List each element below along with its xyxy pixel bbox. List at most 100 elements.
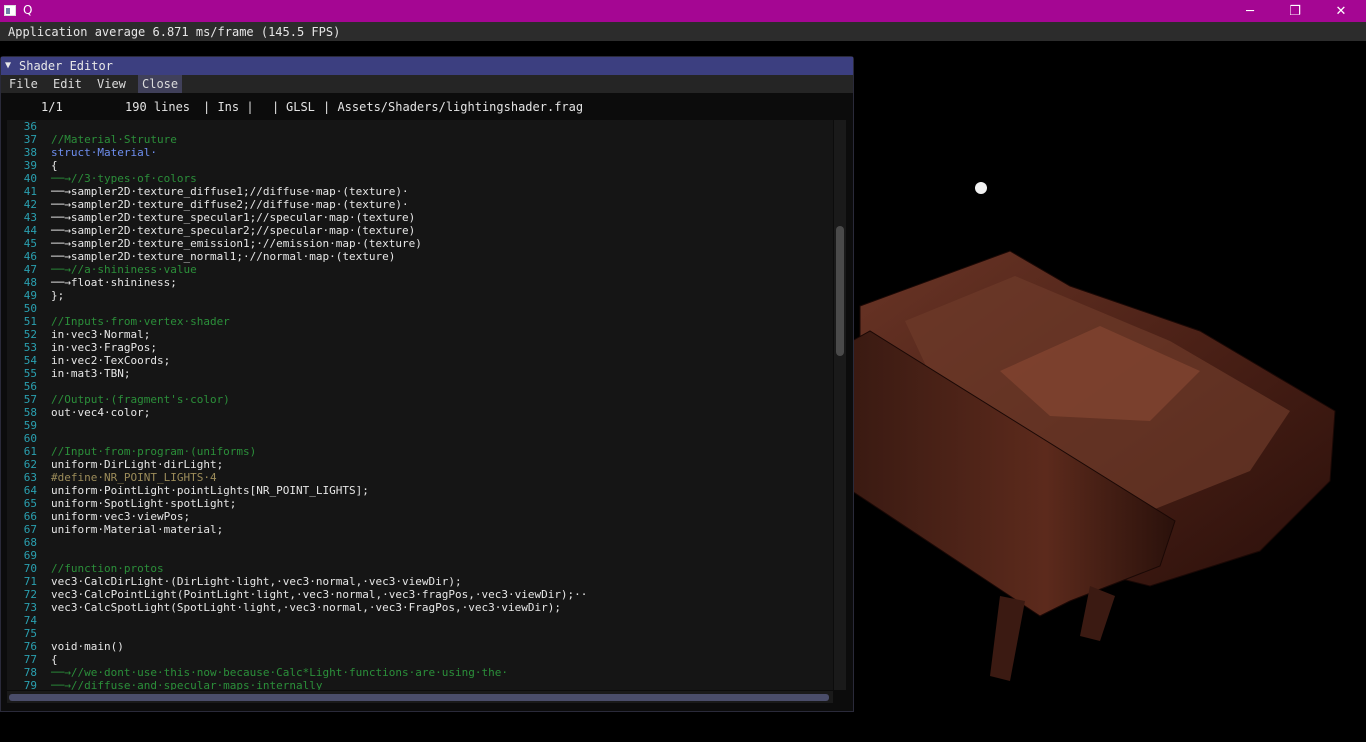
code-line[interactable]: 65 uniform·SpotLight·spotLight; <box>7 497 833 510</box>
code-line[interactable]: 67 uniform·Material·material; <box>7 523 833 536</box>
code-line[interactable]: 42 ──→sampler2D·texture_diffuse2;//diffus… <box>7 198 833 211</box>
code-line[interactable]: 43 ──→sampler2D·texture_specular1;//specu… <box>7 211 833 224</box>
menu-file[interactable]: File <box>5 75 42 93</box>
code-line[interactable]: 54 in·vec2·TexCoords; <box>7 354 833 367</box>
code-line[interactable]: 64 uniform·PointLight·pointLights[NR_POIN… <box>7 484 833 497</box>
code-text: ──→//3·types·of·colors <box>51 172 197 185</box>
collapse-triangle-icon[interactable]: ▼ <box>5 60 11 71</box>
line-number: 60 <box>23 432 37 445</box>
code-line[interactable]: 61 //Input·from·program·(uniforms) <box>7 445 833 458</box>
menu-edit[interactable]: Edit <box>49 75 86 93</box>
code-line[interactable]: 75 <box>7 627 833 640</box>
code-line[interactable]: 38 struct·Material· <box>7 146 833 159</box>
line-number: 75 <box>23 627 37 640</box>
code-text: //Material·Struture <box>51 133 177 146</box>
status-separator: | <box>272 100 280 114</box>
code-line[interactable]: 68 <box>7 536 833 549</box>
editor-status-line: 1/1 190 lines | Ins | | GLSL | Assets/Sh… <box>1 97 853 115</box>
window-title-bar[interactable]: Q ─ ❐ ✕ <box>0 0 1366 22</box>
restore-button[interactable]: ❐ <box>1272 0 1318 22</box>
code-line[interactable]: 58 out·vec4·color; <box>7 406 833 419</box>
code-line[interactable]: 59 <box>7 419 833 432</box>
light-gizmo <box>975 182 987 194</box>
code-line[interactable]: 63 #define·NR_POINT_LIGHTS·4 <box>7 471 833 484</box>
code-line[interactable]: 51 //Inputs·from·vertex·shader <box>7 315 833 328</box>
code-text: ──→sampler2D·texture_emission1;·//emissi… <box>51 237 422 250</box>
shader-editor-window[interactable]: ▼ Shader Editor File Edit View Close 1/1… <box>0 56 854 712</box>
code-line[interactable]: 74 <box>7 614 833 627</box>
horizontal-scroll-thumb[interactable] <box>9 694 829 701</box>
code-line[interactable]: 77 { <box>7 653 833 666</box>
code-line[interactable]: 49}; <box>7 289 833 302</box>
fps-overlay-bar: Application average 6.871 ms/frame (145.… <box>0 22 1366 41</box>
line-number: 38 <box>23 146 37 159</box>
code-text: ──→sampler2D·texture_specular2;//specula… <box>51 224 416 237</box>
line-number: 77 <box>23 653 37 666</box>
editor-menu-bar: File Edit View Close <box>1 75 853 93</box>
code-line[interactable]: 76 void·main() <box>7 640 833 653</box>
menu-view[interactable]: View <box>93 75 130 93</box>
code-line[interactable]: 60 <box>7 432 833 445</box>
line-number: 42 <box>23 198 37 211</box>
horizontal-scrollbar[interactable] <box>7 691 833 703</box>
code-line[interactable]: 36 <box>7 120 833 133</box>
code-text: in·vec3·Normal; <box>51 328 151 341</box>
cursor-position: 1/1 <box>41 100 63 114</box>
line-number: 54 <box>23 354 37 367</box>
code-line[interactable]: 52 in·vec3·Normal; <box>7 328 833 341</box>
code-line[interactable]: 73 vec3·CalcSpotLight(SpotLight·light,·ve… <box>7 601 833 614</box>
code-text: ──→sampler2D·texture_diffuse2;//diffuse·… <box>51 198 409 211</box>
line-number: 37 <box>23 133 37 146</box>
minimize-button[interactable]: ─ <box>1227 0 1273 22</box>
code-line[interactable]: 37 //Material·Struture <box>7 133 833 146</box>
code-line[interactable]: 46 ──→sampler2D·texture_normal1;·//normal… <box>7 250 833 263</box>
vertical-scroll-thumb[interactable] <box>836 226 844 356</box>
code-text: ──→sampler2D·texture_diffuse1;//diffuse·… <box>51 185 409 198</box>
code-line[interactable]: 53 in·vec3·FragPos; <box>7 341 833 354</box>
file-path: | Assets/Shaders/lightingshader.frag <box>323 100 584 114</box>
fps-text: Application average 6.871 ms/frame (145.… <box>8 25 341 39</box>
line-number: 73 <box>23 601 37 614</box>
code-line[interactable]: 48 ──→float·shininess; <box>7 276 833 289</box>
code-line[interactable]: 72 vec3·CalcPointLight(PointLight·light,·… <box>7 588 833 601</box>
code-line[interactable]: 62 uniform·DirLight·dirLight; <box>7 458 833 471</box>
editor-title-bar[interactable]: ▼ Shader Editor <box>1 57 853 75</box>
code-line[interactable]: 45 ──→sampler2D·texture_emission1;·//emis… <box>7 237 833 250</box>
code-line[interactable]: 55 in·mat3·TBN; <box>7 367 833 380</box>
code-line[interactable]: 69 <box>7 549 833 562</box>
close-window-button[interactable]: ✕ <box>1318 0 1364 22</box>
code-text: uniform·DirLight·dirLight; <box>51 458 224 471</box>
line-number: 65 <box>23 497 37 510</box>
code-line[interactable]: 40 ──→//3·types·of·colors <box>7 172 833 185</box>
line-number: 52 <box>23 328 37 341</box>
code-text: ──→//diffuse·and·specular·maps·internall… <box>51 679 323 690</box>
code-text: out·vec4·color; <box>51 406 151 419</box>
code-line[interactable]: 50 <box>7 302 833 315</box>
menu-close[interactable]: Close <box>138 75 183 93</box>
line-count: 190 lines <box>125 100 191 114</box>
line-number: 69 <box>23 549 37 562</box>
vertical-scrollbar[interactable] <box>834 120 846 690</box>
code-text: }; <box>51 289 65 302</box>
code-line[interactable]: 66 uniform·vec3·viewPos; <box>7 510 833 523</box>
code-line[interactable]: 47 ──→//a·shininess·value <box>7 263 833 276</box>
code-text: ──→sampler2D·texture_specular1;//specula… <box>51 211 416 224</box>
code-text: uniform·vec3·viewPos; <box>51 510 191 523</box>
code-line[interactable]: 57 //Output·(fragment's·color) <box>7 393 833 406</box>
code-line[interactable]: 71 vec3·CalcDirLight·(DirLight·light,·vec… <box>7 575 833 588</box>
code-editor-text[interactable]: 36 37 //Material·Struture 38 struct·Material… <box>7 120 833 690</box>
code-text: //Input·from·program·(uniforms) <box>51 445 257 458</box>
code-line[interactable]: 41 ──→sampler2D·texture_diffuse1;//diffus… <box>7 185 833 198</box>
code-text: ──→float·shininess; <box>51 276 177 289</box>
code-text: uniform·PointLight·pointLights[NR_POINT_… <box>51 484 369 497</box>
code-line[interactable]: 39 { <box>7 159 833 172</box>
code-line[interactable]: 56 <box>7 380 833 393</box>
code-line[interactable]: 79 ──→//diffuse·and·specular·maps·interna… <box>7 679 833 690</box>
code-line[interactable]: 70 //function·protos <box>7 562 833 575</box>
code-line[interactable]: 78 ──→//we·dont·use·this·now·because·Calc… <box>7 666 833 679</box>
window-title: Q <box>23 3 33 17</box>
code-line[interactable]: 44 ──→sampler2D·texture_specular2;//specu… <box>7 224 833 237</box>
code-text: struct·Material· <box>51 146 157 159</box>
line-number: 57 <box>23 393 37 406</box>
line-number: 51 <box>23 315 37 328</box>
